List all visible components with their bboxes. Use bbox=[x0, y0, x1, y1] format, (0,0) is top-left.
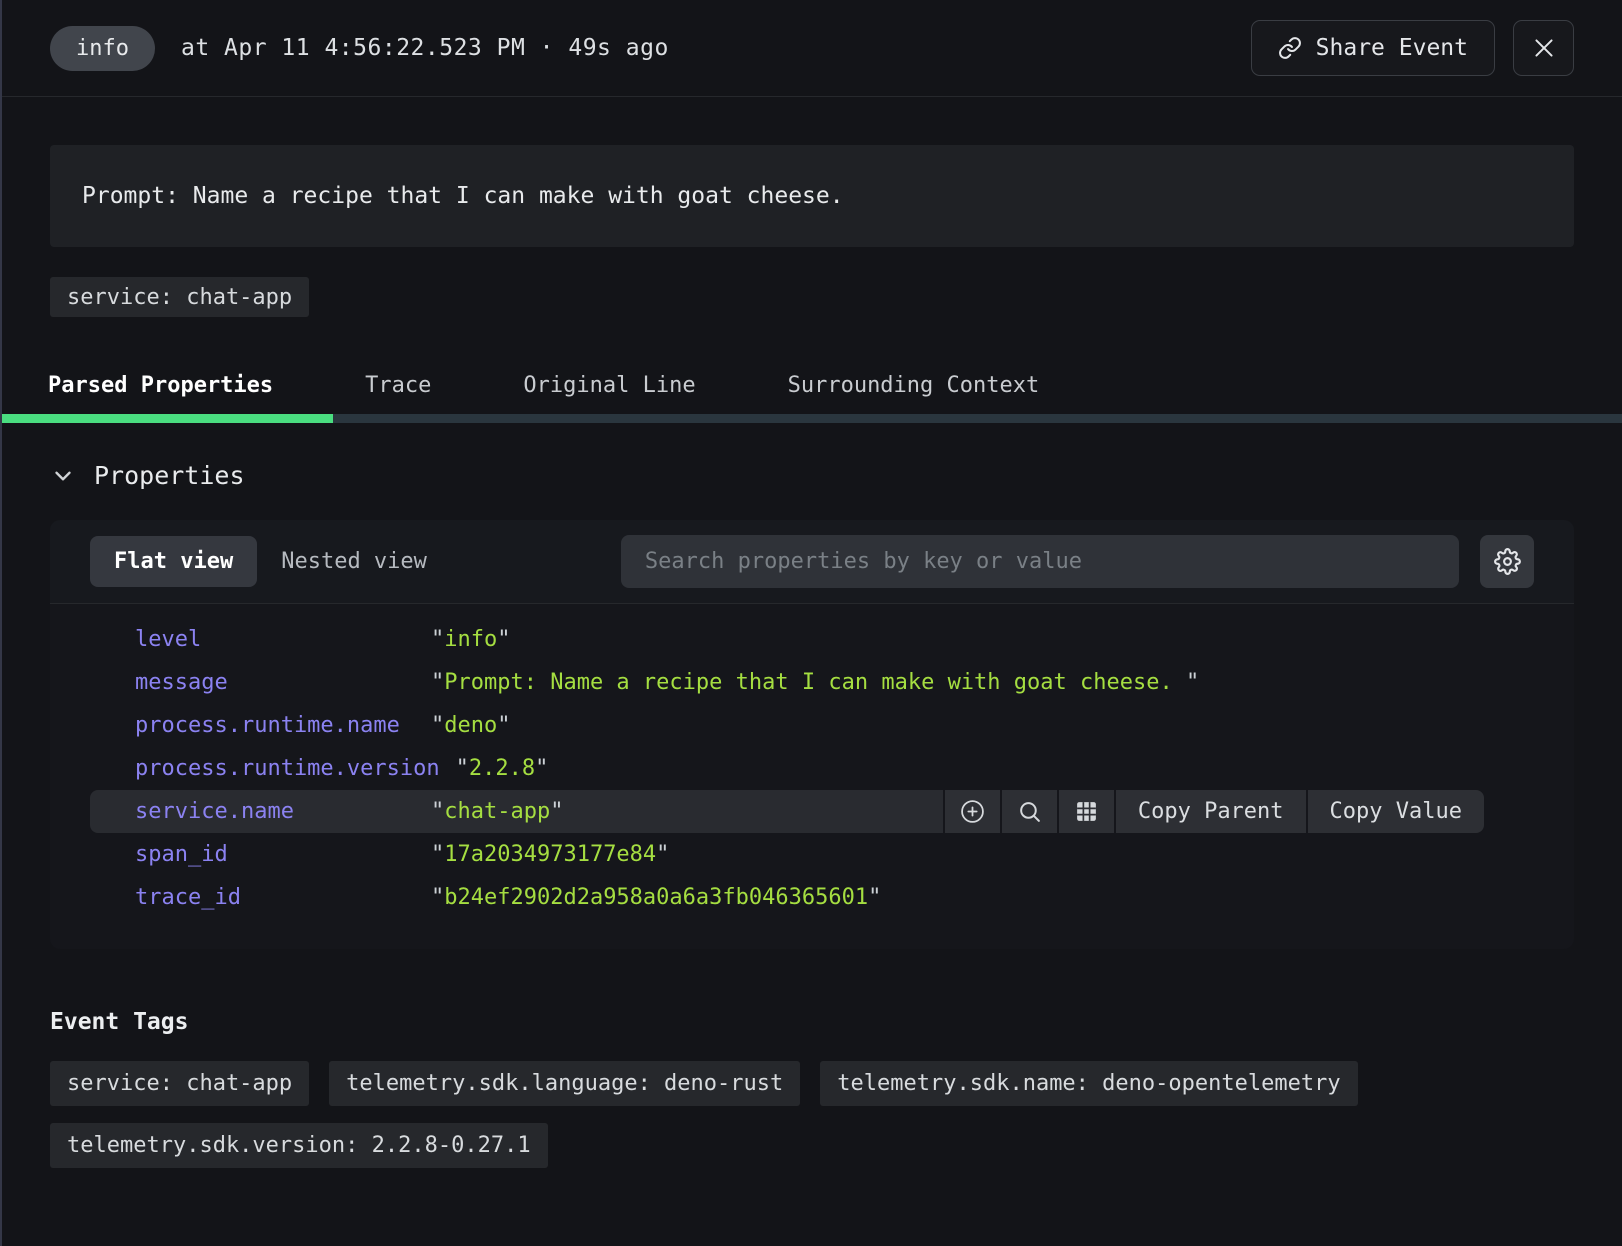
panel-content: Prompt: Name a recipe that I can make wi… bbox=[2, 145, 1622, 1168]
message-preview: Prompt: Name a recipe that I can make wi… bbox=[50, 145, 1574, 247]
flat-view-button[interactable]: Flat view bbox=[90, 536, 257, 587]
property-value: deno bbox=[431, 713, 510, 738]
properties-section-header[interactable]: Properties bbox=[50, 461, 1574, 490]
property-key: process.runtime.version bbox=[135, 756, 456, 781]
event-tag-chip[interactable]: telemetry.sdk.language: deno-rust bbox=[329, 1061, 800, 1106]
tabs-bar: Parsed Properties Trace Original Line Su… bbox=[2, 357, 1622, 423]
properties-card: Flat view Nested view level inf bbox=[50, 520, 1574, 949]
event-tag-chip[interactable]: telemetry.sdk.version: 2.2.8-0.27.1 bbox=[50, 1123, 548, 1168]
property-value: info bbox=[431, 627, 510, 652]
property-value: b24ef2902d2a958a0a6a3fb046365601 bbox=[431, 885, 881, 910]
property-key: service.name bbox=[135, 799, 431, 824]
event-tags-title: Event Tags bbox=[50, 1009, 1574, 1035]
settings-button[interactable] bbox=[1480, 535, 1534, 588]
property-row[interactable]: span_id 17a2034973177e84 bbox=[90, 833, 1534, 876]
tab-trace[interactable]: Trace bbox=[319, 357, 477, 414]
property-row[interactable]: level info bbox=[90, 618, 1534, 661]
property-row[interactable]: trace_id b24ef2902d2a958a0a6a3fb04636560… bbox=[90, 876, 1534, 919]
copy-value-button[interactable]: Copy Value bbox=[1308, 790, 1484, 833]
property-key: process.runtime.name bbox=[135, 713, 431, 738]
add-column-button[interactable] bbox=[1059, 790, 1114, 833]
property-key: message bbox=[135, 670, 431, 695]
property-row-main: service.name chat-app bbox=[90, 790, 943, 833]
properties-section-title: Properties bbox=[94, 461, 245, 490]
search-icon bbox=[1017, 799, 1042, 824]
row-action-bar: Copy Parent Copy Value bbox=[943, 790, 1484, 833]
property-key: level bbox=[135, 627, 431, 652]
event-detail-panel: info at Apr 11 4:56:22.523 PM · 49s ago … bbox=[0, 0, 1622, 1246]
add-filter-button[interactable] bbox=[945, 790, 1000, 833]
search-properties-input[interactable] bbox=[621, 535, 1459, 588]
properties-toolbar: Flat view Nested view bbox=[50, 520, 1574, 604]
property-row[interactable]: message Prompt: Name a recipe that I can… bbox=[90, 661, 1534, 704]
property-value: 17a2034973177e84 bbox=[431, 842, 669, 867]
property-key: span_id bbox=[135, 842, 431, 867]
property-row-highlighted[interactable]: service.name chat-app bbox=[90, 790, 1534, 833]
plus-circle-icon bbox=[960, 799, 985, 824]
level-badge: info bbox=[50, 26, 155, 71]
property-value: chat-app bbox=[431, 799, 563, 824]
event-tags-section: Event Tags service: chat-app telemetry.s… bbox=[50, 1009, 1574, 1168]
property-value: Prompt: Name a recipe that I can make wi… bbox=[431, 670, 1199, 695]
close-button[interactable] bbox=[1513, 20, 1574, 76]
property-key: trace_id bbox=[135, 885, 431, 910]
share-event-button[interactable]: Share Event bbox=[1251, 20, 1495, 76]
tab-original-line[interactable]: Original Line bbox=[477, 357, 741, 414]
gear-icon bbox=[1494, 548, 1521, 575]
event-tag-chip[interactable]: telemetry.sdk.name: deno-opentelemetry bbox=[820, 1061, 1357, 1106]
tab-parsed-properties[interactable]: Parsed Properties bbox=[2, 357, 319, 414]
header-bar: info at Apr 11 4:56:22.523 PM · 49s ago … bbox=[2, 0, 1622, 97]
chevron-down-icon bbox=[50, 463, 76, 489]
view-toggle: Flat view Nested view bbox=[90, 536, 451, 587]
event-timestamp: at Apr 11 4:56:22.523 PM · 49s ago bbox=[181, 35, 669, 61]
link-icon bbox=[1278, 36, 1302, 60]
service-tag-chip[interactable]: service: chat-app bbox=[50, 277, 309, 317]
share-event-label: Share Event bbox=[1316, 35, 1468, 61]
tab-surrounding-context[interactable]: Surrounding Context bbox=[742, 357, 1086, 414]
active-tab-indicator bbox=[2, 414, 333, 423]
search-value-button[interactable] bbox=[1002, 790, 1057, 833]
close-icon bbox=[1531, 35, 1557, 61]
event-tag-chip[interactable]: service: chat-app bbox=[50, 1061, 309, 1106]
event-tags-list: service: chat-app telemetry.sdk.language… bbox=[50, 1061, 1470, 1168]
table-icon bbox=[1074, 799, 1099, 824]
properties-table: level info message Prompt: Name a recipe… bbox=[50, 604, 1574, 949]
tab-track bbox=[2, 414, 1622, 423]
nested-view-button[interactable]: Nested view bbox=[257, 536, 451, 587]
property-value: 2.2.8 bbox=[456, 756, 549, 781]
copy-parent-button[interactable]: Copy Parent bbox=[1116, 790, 1306, 833]
property-row[interactable]: process.runtime.version 2.2.8 bbox=[90, 747, 1534, 790]
property-row[interactable]: process.runtime.name deno bbox=[90, 704, 1534, 747]
